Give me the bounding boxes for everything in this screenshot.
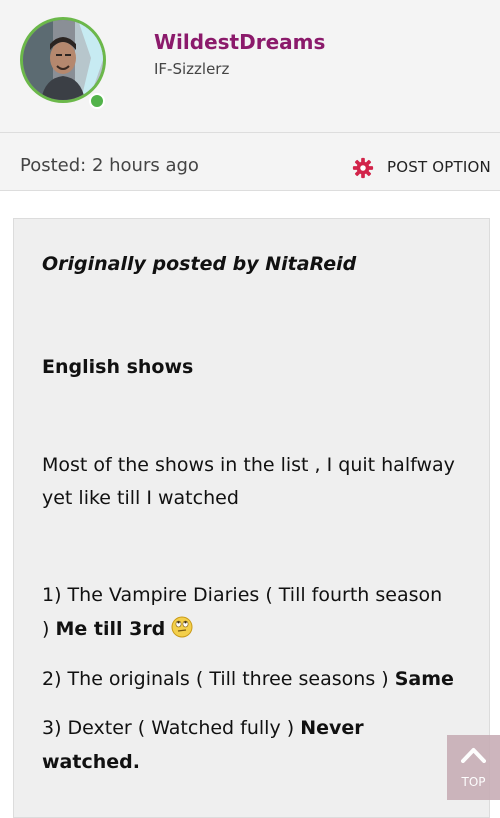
list-item-2-reply: Same: [394, 668, 454, 690]
list-item-3-reply-part-2: watched.: [42, 751, 140, 773]
username-link[interactable]: WildestDreams: [154, 30, 325, 54]
avatar[interactable]: [20, 17, 106, 103]
quote-intro-line-2: yet like till I watched: [42, 487, 239, 509]
list-item-1-line-2: ) Me till 3rd: [42, 612, 193, 646]
list-item-1-reply: Me till 3rd: [55, 618, 166, 640]
list-item-3-reply-part-1: Never: [300, 717, 364, 739]
post-option-button[interactable]: POST OPTION: [387, 158, 491, 176]
list-item-1-text-end: ): [42, 618, 56, 640]
online-status-dot: [89, 93, 105, 109]
list-item-3-text: 3) Dexter ( Watched fully ): [42, 717, 301, 739]
quote-attribution: Originally posted by NitaReid: [42, 253, 357, 275]
quote-intro-line-1: Most of the shows in the list , I quit h…: [42, 454, 455, 476]
list-item-3-line-1: 3) Dexter ( Watched fully ) Never: [42, 711, 364, 745]
user-group-label: IF-Sizzlerz: [154, 60, 230, 78]
list-item-2-text: 2) The originals ( Till three seasons ): [42, 668, 395, 690]
avatar-photo: [23, 20, 103, 100]
top-label: TOP: [461, 775, 486, 789]
posted-time: Posted: 2 hours ago: [20, 155, 199, 176]
scroll-to-top-button[interactable]: TOP: [447, 735, 500, 800]
rolling-eyes-emoji: [171, 616, 193, 638]
list-item-1-line-1: 1) The Vampire Diaries ( Till fourth sea…: [42, 584, 443, 606]
quote-heading: English shows: [42, 356, 194, 378]
list-item-2: 2) The originals ( Till three seasons ) …: [42, 662, 454, 696]
chevron-up-icon: [461, 748, 486, 763]
gear-icon[interactable]: [352, 157, 374, 179]
